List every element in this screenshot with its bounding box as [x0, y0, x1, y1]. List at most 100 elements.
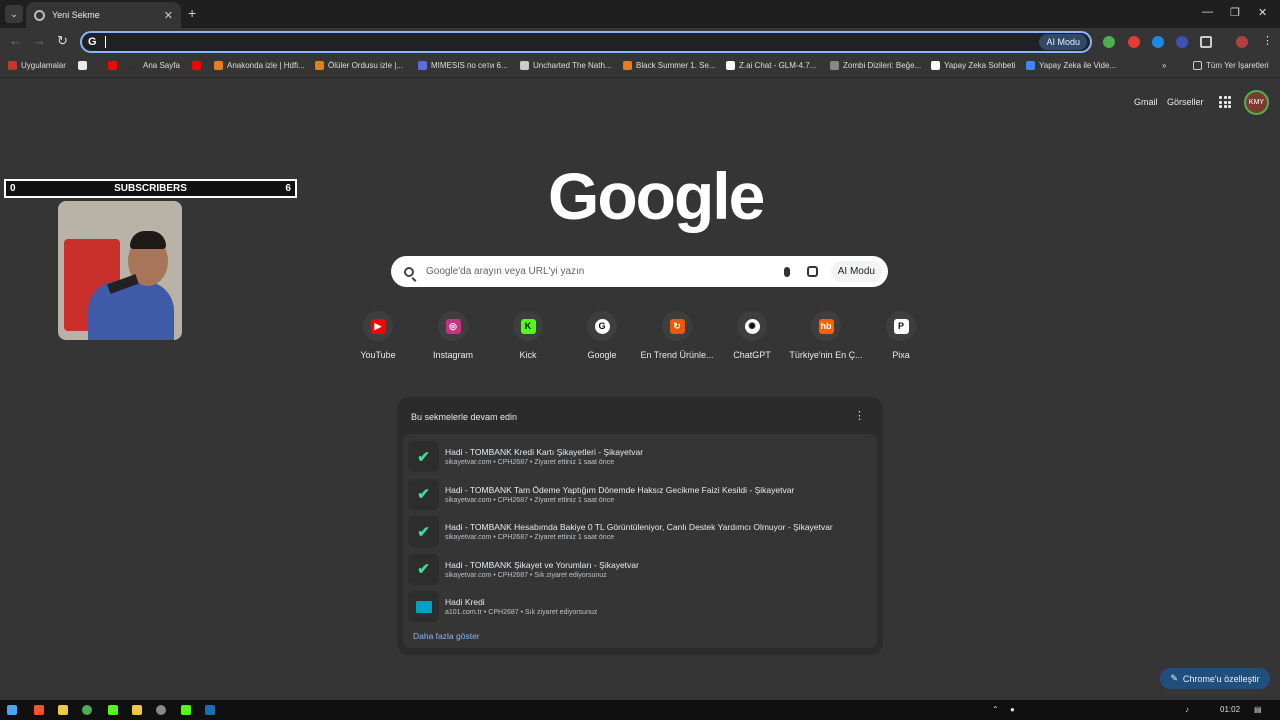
bookmark-favicon-icon	[108, 61, 117, 70]
folder-icon	[1193, 61, 1202, 70]
shortcut-tile[interactable]: P Pixa	[864, 311, 938, 360]
broadcast-icon[interactable]	[132, 705, 142, 715]
tray-up-icon[interactable]: ⌃	[992, 705, 999, 714]
shortcut-tile[interactable]: ↻ En Trend Ürünle...	[640, 311, 714, 360]
shortcut-label: Kick	[519, 350, 537, 360]
shortcut-tile[interactable]: K Kick	[491, 311, 565, 360]
blue-extension-icon[interactable]	[1176, 36, 1188, 48]
item-subtitle: sikayetvar.com • CPH2687 • Ziyaret ettin…	[445, 496, 615, 504]
show-more-link[interactable]: Daha fazla göster	[413, 631, 480, 641]
shortcut-tile[interactable]: G Google	[565, 311, 639, 360]
obs-icon[interactable]	[156, 705, 166, 715]
search-ai-mode-button[interactable]: AI Modu	[830, 261, 882, 282]
bookmarks-bar: Uygulamalar Ana Sayfa Anakonda izle | Hdfi…	[0, 56, 1280, 78]
item-title: Hadi Kredi	[445, 597, 485, 607]
tab-close-icon[interactable]: ✕	[164, 9, 173, 22]
bookmark-item[interactable]: Yapay Zeka Sohbeti	[931, 61, 1015, 70]
bookmark-item[interactable]: MIMESIS по сети 6...	[418, 61, 508, 70]
shortcut-tile[interactable]: ▶ YouTube	[341, 311, 415, 360]
bookmark-item[interactable]: Anakonda izle | Hdfi...	[214, 61, 305, 70]
search-box[interactable]: Google'da arayın veya URL'yi yazın AI Mo…	[391, 256, 888, 287]
customize-label: Chrome'u özelleştir	[1182, 673, 1260, 684]
kick-studio-icon[interactable]	[181, 705, 191, 715]
extensions-icon[interactable]	[1200, 36, 1212, 48]
bookmarks-overflow-icon[interactable]: »	[1162, 61, 1166, 70]
microphone-icon[interactable]	[783, 266, 790, 277]
notification-icon[interactable]: ▤	[1254, 705, 1262, 714]
bookmark-item[interactable]: Yapay Zeka ile Vide...	[1026, 61, 1116, 70]
continue-list-item[interactable]: ✔ Hadi - TOMBANK Kredi Kartı Şikayetleri …	[408, 438, 872, 472]
images-link[interactable]: Görseller	[1167, 97, 1204, 107]
google-apps-icon[interactable]	[1219, 96, 1231, 108]
tab-search-button[interactable]: ⌄	[5, 5, 23, 23]
chrome-taskbar-icon[interactable]	[82, 705, 92, 715]
menu-icon[interactable]: ⋮	[1262, 34, 1273, 47]
bookmark-item[interactable]: Zombi Dizileri: Beğe...	[830, 61, 921, 70]
bookmark-item[interactable]	[192, 61, 205, 70]
steam-icon[interactable]	[205, 705, 215, 715]
bookmark-favicon-icon	[931, 61, 940, 70]
brave-icon[interactable]	[34, 705, 44, 715]
folder-icon[interactable]	[58, 705, 68, 715]
sikayetvar-icon: ✔	[408, 553, 439, 585]
bookmark-item[interactable]: Uygulamalar	[8, 61, 66, 70]
sikayetvar-icon: ✔	[408, 516, 439, 547]
item-subtitle: sikayetvar.com • CPH2687 • Ziyaret ettin…	[445, 534, 615, 541]
shield-extension-icon[interactable]	[1103, 36, 1115, 48]
back-icon[interactable]: ←	[9, 33, 22, 48]
search-placeholder[interactable]: Google'da arayın veya URL'yi yazın	[426, 266, 584, 277]
shortcut-tile[interactable]: ◎ Instagram	[416, 311, 490, 360]
forward-icon[interactable]: →	[33, 33, 46, 48]
profile-icon[interactable]	[1236, 36, 1248, 48]
clock[interactable]: 01:02	[1220, 705, 1240, 714]
tab-strip: ⌄ Yeni Sekme ✕ + — ❐ ✕	[0, 0, 1280, 28]
bookmark-label: Zombi Dizileri: Beğe...	[843, 61, 922, 70]
reload-icon[interactable]: ↻	[57, 33, 68, 49]
google-lens-icon[interactable]	[806, 266, 818, 277]
start-icon[interactable]	[7, 705, 17, 715]
continue-list-item[interactable]: Hadi Kredi a101.com.tr • CPH2687 • Sık zi…	[408, 588, 872, 622]
bookmark-favicon-icon	[1026, 61, 1035, 70]
kick-taskbar-icon[interactable]	[108, 705, 118, 715]
all-bookmarks-folder[interactable]: Tüm Yer İşaretleri	[1193, 61, 1269, 70]
item-subtitle: a101.com.tr • CPH2687 • Sık ziyaret ediy…	[445, 609, 598, 616]
bookmark-favicon-icon	[520, 61, 529, 70]
continue-list-item[interactable]: ✔ Hadi - TOMBANK Şikayet ve Yorumları - Ş…	[408, 551, 872, 585]
taskbar: ⌃ ● ♪ 01:02 ▤	[0, 700, 1280, 720]
ai-mode-button[interactable]: AI Modu	[1039, 34, 1087, 50]
google-icon: G	[88, 36, 97, 48]
restore-icon[interactable]: ❐	[1230, 6, 1240, 19]
continue-list-item[interactable]: ✔ Hadi - TOMBANK Tam Ödeme Yaptığım Dönem…	[408, 476, 872, 510]
customize-chrome-button[interactable]: ✎ Chrome'u özelleştir	[1160, 668, 1270, 689]
bookmark-item[interactable]: Uncharted The Nath...	[520, 61, 612, 70]
volume-icon[interactable]: ♪	[1185, 705, 1189, 714]
google-logo: Google	[548, 159, 765, 233]
chrome-icon	[34, 9, 45, 21]
bookmark-item[interactable]: Black Summer 1. Se...	[623, 61, 716, 70]
toolbar: ← → ↻ G AI Modu ⋮	[0, 28, 1280, 56]
new-tab-button[interactable]: +	[188, 5, 196, 21]
close-window-icon[interactable]: ✕	[1258, 6, 1267, 19]
gmail-link[interactable]: Gmail	[1134, 97, 1158, 107]
bookmark-item[interactable]: Ölüler Ordusu izle |...	[315, 61, 403, 70]
recorder-extension-icon[interactable]	[1128, 36, 1140, 48]
translate-extension-icon[interactable]	[1152, 36, 1164, 48]
avatar[interactable]: KMY	[1244, 90, 1269, 115]
text-cursor	[104, 36, 106, 48]
bookmark-item[interactable]: Ana Sayfa	[130, 61, 180, 70]
bookmark-item[interactable]	[108, 61, 121, 70]
address-bar[interactable]: G AI Modu	[80, 31, 1092, 53]
bookmark-item[interactable]: Z.ai Chat - GLM-4.7...	[726, 61, 816, 70]
bookmark-favicon-icon	[623, 61, 632, 70]
continue-list-item[interactable]: ✔ Hadi - TOMBANK Hesabımda Bakiye 0 TL Gö…	[408, 513, 872, 547]
tray-mic-icon[interactable]: ●	[1010, 705, 1015, 714]
card-title: Bu sekmelerle devam edin	[411, 412, 518, 422]
minimize-icon[interactable]: —	[1202, 6, 1213, 18]
shortcut-tile[interactable]: hb Türkiye'nin En Ç...	[789, 311, 863, 360]
more-options-icon[interactable]: ⋮	[854, 409, 865, 422]
shortcut-icon-circle: G	[587, 311, 617, 341]
tab-new-tab[interactable]: Yeni Sekme ✕	[26, 2, 181, 28]
bookmark-item[interactable]	[78, 61, 91, 70]
bookmark-favicon-icon	[8, 61, 17, 70]
shortcut-tile[interactable]: ✺ ChatGPT	[715, 311, 789, 360]
